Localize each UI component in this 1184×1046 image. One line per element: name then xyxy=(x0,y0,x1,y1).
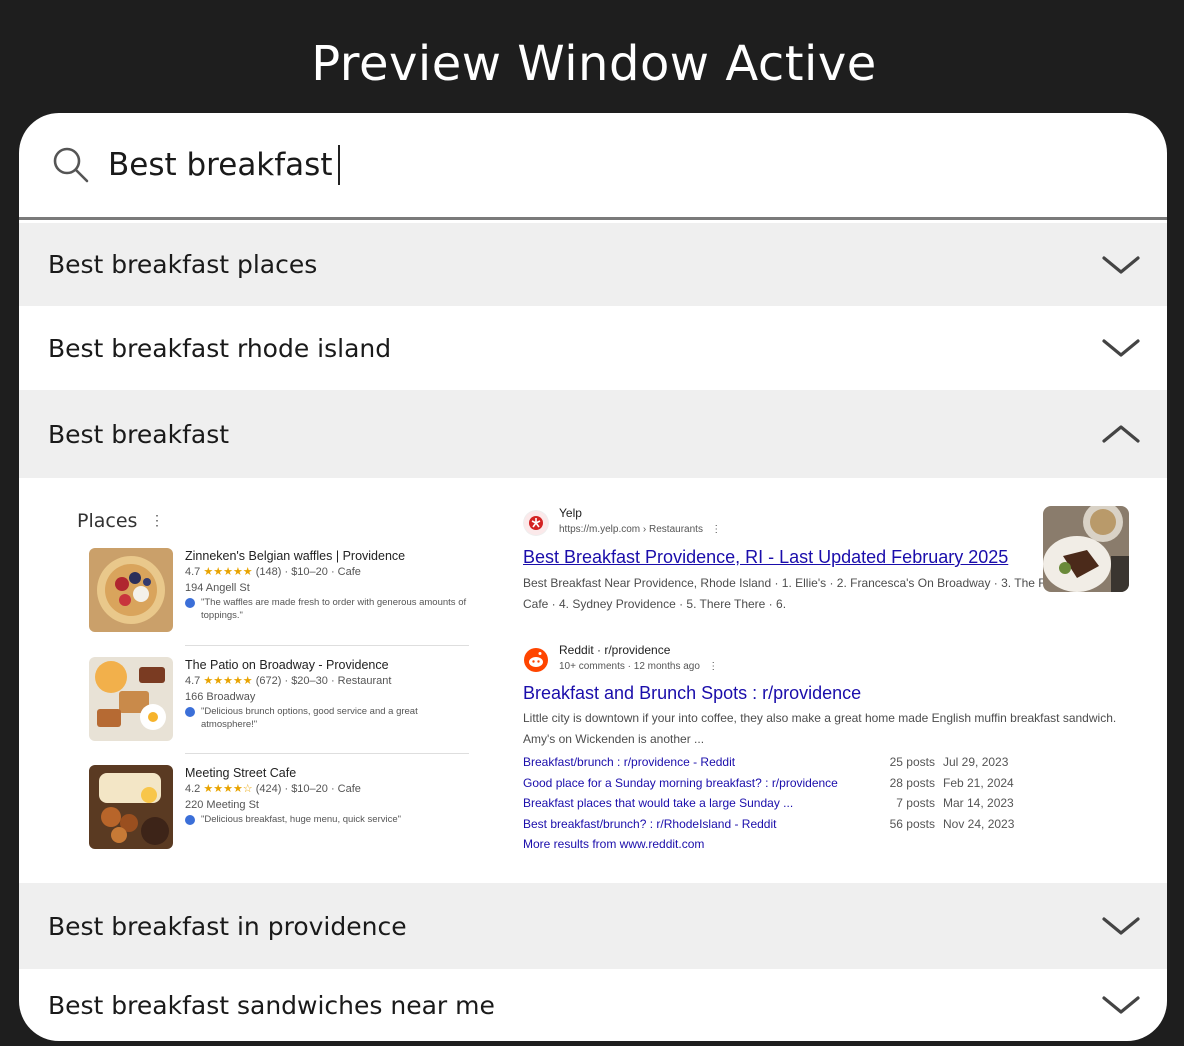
sub-result-date: Feb 21, 2024 xyxy=(943,776,1014,790)
place-rating: 4.7 xyxy=(185,675,201,687)
suggestion-label: Best breakfast sandwiches near me xyxy=(48,990,495,1020)
suggestion-best-breakfast[interactable]: Best breakfast xyxy=(19,390,1167,478)
result-site-name: Yelp xyxy=(559,506,582,520)
place-info: Zinneken's Belgian waffles | Providence … xyxy=(185,548,475,622)
sub-result[interactable]: Breakfast places that would take a large… xyxy=(523,796,1023,816)
user-avatar-icon xyxy=(185,815,195,825)
result-title-link[interactable]: Best Breakfast Providence, RI - Last Upd… xyxy=(523,547,1008,568)
sub-result-link[interactable]: Best breakfast/brunch? : r/RhodeIsland -… xyxy=(523,817,776,831)
star-rating-icon: ★★★★★ xyxy=(203,566,253,578)
place-meta: (424) · $10–20 · Cafe xyxy=(255,783,361,795)
search-result-reddit: Reddit · r/providence 10+ comments · 12 … xyxy=(523,643,1123,883)
sub-result[interactable]: Best breakfast/brunch? : r/RhodeIsland -… xyxy=(523,817,1023,837)
sub-result-posts: 25 posts xyxy=(889,755,935,769)
star-rating-icon: ★★★★★ xyxy=(203,675,253,687)
sub-result-posts: 7 posts xyxy=(896,796,935,810)
place-name[interactable]: Zinneken's Belgian waffles | Providence xyxy=(185,548,475,564)
sub-result-date: Mar 14, 2023 xyxy=(943,796,1014,810)
search-result-yelp: Yelp https://m.yelp.com › Restaurants ⋮ … xyxy=(523,506,1123,616)
chevron-down-icon[interactable] xyxy=(1101,994,1141,1016)
page-title: Preview Window Active xyxy=(311,36,877,92)
chevron-up-icon[interactable] xyxy=(1101,423,1141,445)
result-menu-icon[interactable]: ⋮ xyxy=(708,661,718,672)
sub-result-link[interactable]: Breakfast places that would take a large… xyxy=(523,796,793,810)
place-review: "Delicious breakfast, huge menu, quick s… xyxy=(201,814,402,825)
search-suggestions-panel: Best breakfast Best breakfast places Bes… xyxy=(19,113,1167,1041)
result-snippet: Best Breakfast Near Providence, Rhode Is… xyxy=(523,576,1099,611)
reddit-logo-icon xyxy=(524,648,548,672)
suggestion-best-breakfast-rhode-island[interactable]: Best breakfast rhode island xyxy=(19,306,1167,390)
result-thumbnail[interactable] xyxy=(1043,506,1129,592)
suggestion-label: Best breakfast xyxy=(48,419,230,449)
chevron-down-icon[interactable] xyxy=(1101,337,1141,359)
result-url: 10+ comments · 12 months ago ⋮ xyxy=(559,661,719,672)
sub-result-posts: 56 posts xyxy=(889,817,935,831)
place-address: 194 Angell St xyxy=(185,582,250,594)
yelp-logo-icon xyxy=(523,510,549,536)
star-rating-icon: ★★★★☆ xyxy=(203,783,253,795)
search-input[interactable]: Best breakfast xyxy=(108,147,332,183)
suggestion-label: Best breakfast rhode island xyxy=(48,333,392,363)
sub-result-posts: 28 posts xyxy=(889,776,935,790)
place-info: Meeting Street Cafe 4.2 ★★★★☆ (424) · $1… xyxy=(185,765,475,826)
place-photo xyxy=(89,548,173,632)
sub-result[interactable]: Breakfast/brunch : r/providence - Reddit… xyxy=(523,755,1023,775)
place-photo xyxy=(89,657,173,741)
user-avatar-icon xyxy=(185,598,195,608)
place-meta: (148) · $10–20 · Cafe xyxy=(255,566,361,578)
search-icon xyxy=(53,147,89,183)
place-name[interactable]: The Patio on Broadway - Providence xyxy=(185,657,475,673)
result-menu-icon[interactable]: ⋮ xyxy=(711,524,721,535)
place-address: 166 Broadway xyxy=(185,691,256,703)
place-card[interactable]: Meeting Street Cafe 4.2 ★★★★☆ (424) · $1… xyxy=(89,765,469,857)
place-address: 220 Meeting St xyxy=(185,799,259,811)
suggestion-best-breakfast-in-providence[interactable]: Best breakfast in providence xyxy=(19,883,1167,969)
place-rating: 4.7 xyxy=(185,566,201,578)
divider xyxy=(185,753,469,754)
sub-result-link[interactable]: Good place for a Sunday morning breakfas… xyxy=(523,776,838,790)
chevron-down-icon[interactable] xyxy=(1101,254,1141,276)
sub-result-date: Nov 24, 2023 xyxy=(943,817,1015,831)
result-url: https://m.yelp.com › Restaurants ⋮ xyxy=(559,524,722,535)
search-preview: Places ⋮ Zinneken's Belgian waffles | Pr… xyxy=(19,478,1167,883)
place-photo xyxy=(89,765,173,849)
chevron-down-icon[interactable] xyxy=(1101,915,1141,937)
place-name[interactable]: Meeting Street Cafe xyxy=(185,765,475,781)
place-rating: 4.2 xyxy=(185,783,201,795)
places-menu-icon[interactable]: ⋮ xyxy=(150,512,164,529)
more-results[interactable]: More results from www.reddit.com xyxy=(523,837,1023,857)
suggestion-best-breakfast-sandwiches-near-me[interactable]: Best breakfast sandwiches near me xyxy=(19,969,1167,1041)
search-bar[interactable]: Best breakfast xyxy=(19,113,1167,220)
places-heading: Places xyxy=(77,510,138,532)
suggestion-label: Best breakfast places xyxy=(48,250,318,279)
result-title-link[interactable]: Breakfast and Brunch Spots : r/providenc… xyxy=(523,683,861,704)
sub-result-date: Jul 29, 2023 xyxy=(943,755,1009,769)
place-card[interactable]: Zinneken's Belgian waffles | Providence … xyxy=(89,548,469,640)
text-caret xyxy=(338,145,341,185)
more-results-link[interactable]: More results from www.reddit.com xyxy=(523,837,704,851)
user-avatar-icon xyxy=(185,707,195,717)
place-card[interactable]: The Patio on Broadway - Providence 4.7 ★… xyxy=(89,657,469,749)
divider xyxy=(185,645,469,646)
suggestion-best-breakfast-places[interactable]: Best breakfast places xyxy=(19,223,1167,306)
sub-result-link[interactable]: Breakfast/brunch : r/providence - Reddit xyxy=(523,755,735,769)
result-site-name: Reddit · r/providence xyxy=(559,643,671,657)
result-snippet: Little city is downtown if your into cof… xyxy=(523,711,1117,746)
suggestion-label: Best breakfast in providence xyxy=(48,911,407,941)
place-info: The Patio on Broadway - Providence 4.7 ★… xyxy=(185,657,475,731)
place-review: "Delicious brunch options, good service … xyxy=(201,706,418,730)
place-review: "The waffles are made fresh to order wit… xyxy=(201,597,467,621)
place-meta: (672) · $20–30 · Restaurant xyxy=(255,675,392,687)
sub-result[interactable]: Good place for a Sunday morning breakfas… xyxy=(523,776,1023,796)
